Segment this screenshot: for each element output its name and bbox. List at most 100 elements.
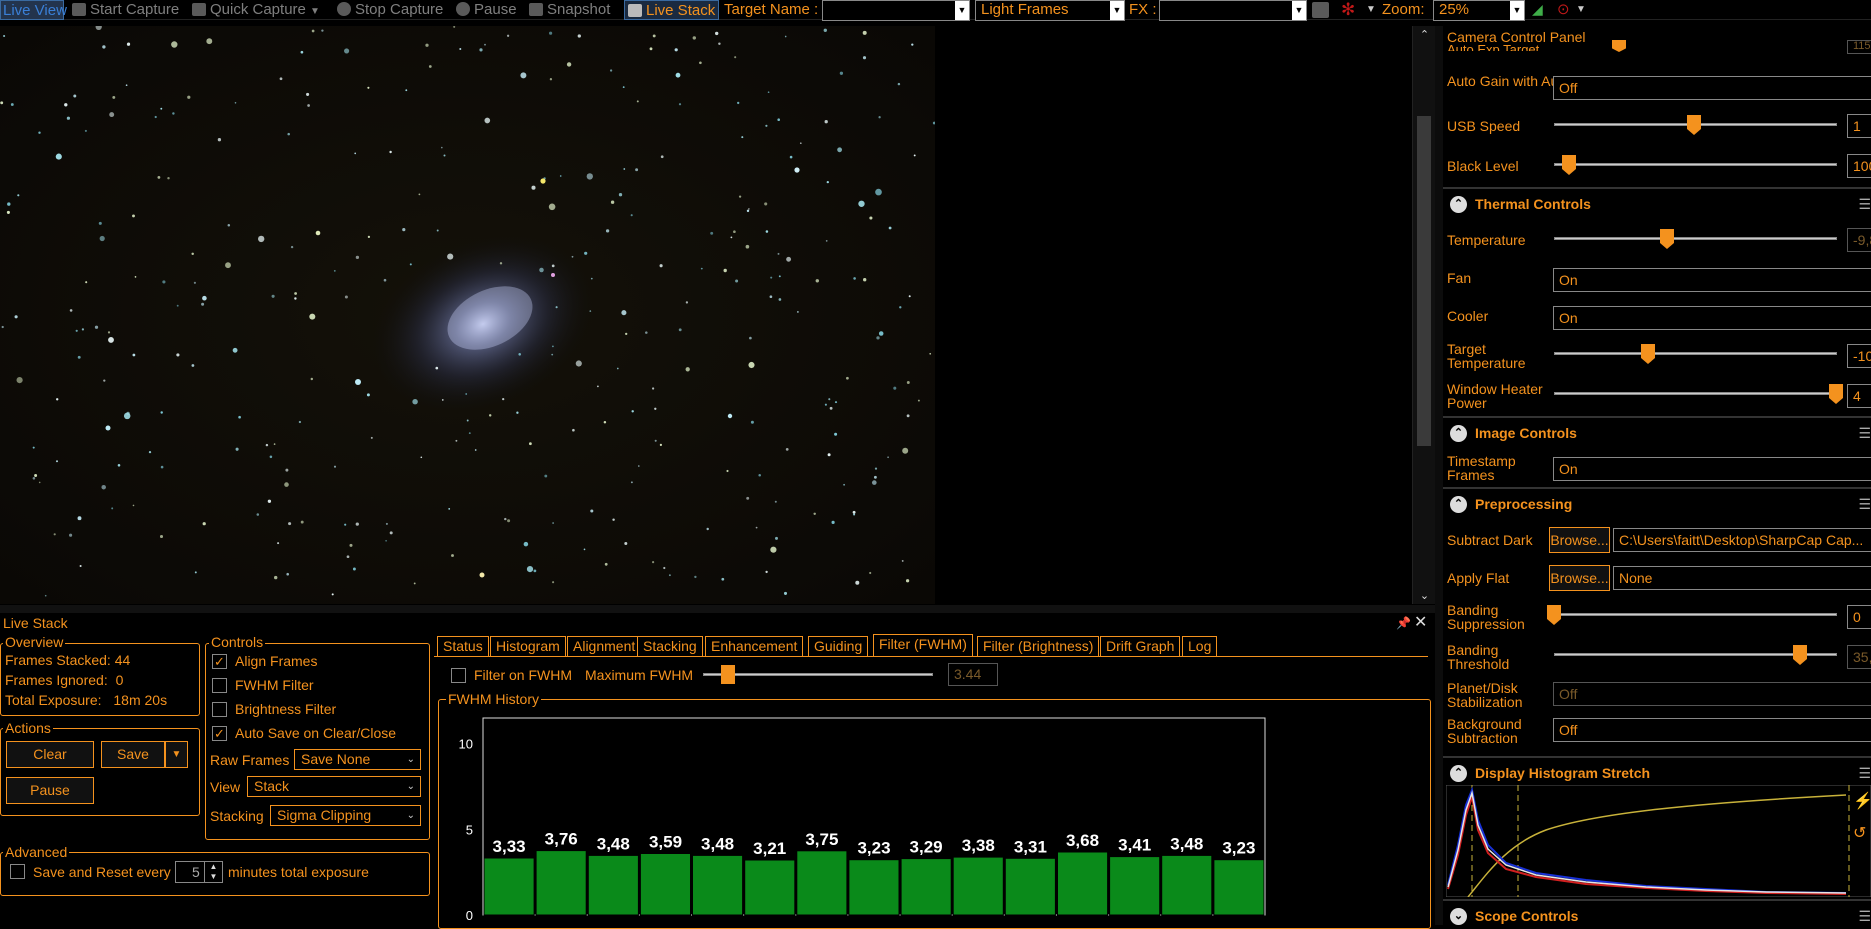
tab-enhancement[interactable]: Enhancement [705, 636, 804, 657]
save-reset-checkbox[interactable] [10, 864, 25, 879]
menu-icon[interactable]: ☰ [1858, 196, 1871, 213]
menu-icon[interactable]: ☰ [1858, 425, 1871, 442]
target-name-field[interactable]: ▼ [822, 0, 970, 21]
black-level-slider[interactable] [1554, 163, 1837, 166]
menu-icon[interactable]: ☰ [1858, 908, 1871, 925]
chevron-down-icon[interactable]: ▼ [955, 1, 969, 20]
close-icon[interactable]: ✕ [1414, 614, 1427, 631]
pin-icon[interactable]: 📌 [1396, 615, 1411, 632]
collapse-icon[interactable]: ⌃ [1450, 196, 1467, 213]
fan-select[interactable]: On [1553, 268, 1871, 292]
apply-flat-browse-button[interactable]: Browse... [1549, 565, 1610, 591]
stepper-arrows-icon[interactable]: ▲ ▼ [204, 862, 222, 882]
collapse-icon[interactable]: ⌃ [1450, 765, 1467, 782]
chevron-down-icon[interactable]: ▼ [310, 6, 320, 17]
tab-guiding[interactable]: Guiding [808, 636, 869, 657]
live-stack-button[interactable]: Live Stack [624, 0, 720, 20]
record-icon[interactable] [1312, 2, 1333, 22]
chevron-down-icon[interactable]: ▼ [1110, 1, 1124, 20]
planet-disk-select[interactable]: Off [1553, 682, 1871, 706]
menu-icon[interactable]: ☰ [1858, 496, 1871, 513]
clear-button[interactable]: Clear [6, 741, 94, 768]
pause-capture-button[interactable]: Pause [456, 0, 517, 20]
target-icon[interactable]: ⊙ [1557, 0, 1570, 20]
fx-select[interactable]: ▼ [1159, 0, 1307, 21]
start-capture-button[interactable]: Start Capture [72, 0, 179, 20]
tab-stacking[interactable]: Stacking [637, 636, 703, 657]
live-view-button[interactable]: Live View [0, 0, 67, 20]
zoom-select[interactable]: 25% ▼ [1433, 0, 1525, 21]
usb-speed-value[interactable]: 1 [1847, 114, 1871, 138]
histogram-peak-icon[interactable]: ◢ [1532, 0, 1543, 20]
filter-on-fwhm-checkbox[interactable] [451, 668, 466, 683]
banding-suppression-value[interactable]: 0 [1847, 605, 1871, 629]
expand-icon[interactable]: ⌄ [1450, 908, 1467, 925]
background-subtraction-select[interactable]: Off [1553, 718, 1871, 742]
window-heater-slider-thumb[interactable] [1829, 384, 1843, 404]
tab-log[interactable]: Log [1182, 636, 1218, 657]
tab-alignment[interactable]: Alignment [567, 636, 642, 657]
chevron-down-icon[interactable]: ▼ [1510, 1, 1524, 20]
image-viewer[interactable] [0, 26, 935, 604]
save-reset-minutes-stepper[interactable]: 5 ▲ ▼ [175, 861, 223, 883]
stacking-select[interactable]: Sigma Clipping ⌄ [270, 805, 421, 826]
thermal-controls-header[interactable]: ⌃ Thermal Controls ☰ [1443, 187, 1871, 217]
scope-controls-header[interactable]: ⌄ Scope Controls ☰ [1443, 899, 1871, 925]
banding-suppression-slider-thumb[interactable] [1547, 605, 1561, 625]
auto-save-checkbox[interactable]: ✓ [212, 726, 227, 741]
subtract-dark-path[interactable]: C:\Users\faitt\Desktop\SharpCap Cap... [1613, 528, 1871, 552]
save-dropdown-button[interactable]: ▼ [165, 741, 188, 768]
vertical-splitter[interactable] [1435, 26, 1443, 925]
fwhm-filter-checkbox[interactable] [212, 678, 227, 693]
cooler-select[interactable]: On [1553, 306, 1871, 330]
temperature-slider-thumb[interactable] [1660, 229, 1674, 249]
maximum-fwhm-slider[interactable] [703, 673, 933, 676]
window-heater-value[interactable]: 4 [1847, 384, 1871, 408]
tab-histogram[interactable]: Histogram [490, 636, 566, 657]
viewer-vertical-scrollbar[interactable]: ⌃ ⌄ [1412, 26, 1435, 604]
view-select[interactable]: Stack ⌄ [247, 776, 421, 797]
preprocessing-header[interactable]: ⌃ Preprocessing ☰ [1443, 487, 1871, 517]
histogram-stretch-header[interactable]: ⌃ Display Histogram Stretch ☰ [1443, 756, 1871, 786]
align-frames-checkbox[interactable]: ✓ [212, 654, 227, 669]
black-level-slider-thumb[interactable] [1562, 155, 1576, 175]
tab-status[interactable]: Status [437, 636, 489, 657]
maximum-fwhm-value[interactable]: 3.44 [948, 663, 998, 686]
scroll-down-icon[interactable]: ⌄ [1413, 589, 1436, 602]
chevron-down-icon[interactable]: ▼ [1576, 0, 1586, 20]
auto-stretch-icon[interactable]: ⚡ [1853, 791, 1871, 811]
histogram-stretch-graph[interactable] [1446, 785, 1871, 897]
usb-speed-slider-thumb[interactable] [1687, 115, 1701, 135]
raw-frames-select[interactable]: Save None ⌄ [294, 749, 421, 770]
frame-type-select[interactable]: Light Frames ▼ [975, 0, 1125, 21]
horizontal-splitter[interactable] [0, 605, 1435, 613]
maximum-fwhm-slider-thumb[interactable] [721, 665, 736, 684]
auto-gain-select[interactable]: Off [1553, 76, 1871, 100]
banding-threshold-slider-thumb[interactable] [1793, 645, 1807, 665]
brightness-filter-checkbox[interactable] [212, 702, 227, 717]
banding-suppression-slider[interactable] [1554, 613, 1837, 616]
auto-exp-target-value[interactable]: 115 [1847, 40, 1871, 54]
tab-filter-fwhm[interactable]: Filter (FWHM) [873, 634, 973, 656]
collapse-icon[interactable]: ⌃ [1450, 496, 1467, 513]
banding-threshold-value[interactable]: 35,0 [1847, 645, 1871, 669]
black-level-value[interactable]: 100 [1847, 154, 1871, 178]
temperature-slider[interactable] [1554, 237, 1837, 240]
chevron-down-icon[interactable]: ▼ [1292, 1, 1306, 20]
subtract-dark-browse-button[interactable]: Browse... [1549, 527, 1610, 553]
pause-stack-button[interactable]: Pause [6, 777, 94, 804]
reset-stretch-icon[interactable]: ↺ [1853, 823, 1866, 843]
target-temperature-value[interactable]: -10 [1847, 344, 1871, 368]
apply-flat-path[interactable]: None [1613, 566, 1871, 590]
quick-capture-button[interactable]: Quick Capture ▼ [192, 0, 320, 20]
menu-icon[interactable]: ☰ [1858, 765, 1871, 782]
snapshot-button[interactable]: Snapshot [529, 0, 610, 20]
timestamp-frames-select[interactable]: On [1553, 457, 1871, 481]
crosshair-icon[interactable]: ✻ [1341, 0, 1355, 20]
window-heater-slider[interactable] [1554, 392, 1837, 395]
target-temperature-slider[interactable] [1554, 352, 1837, 355]
target-temperature-slider-thumb[interactable] [1641, 344, 1655, 364]
tab-drift-graph[interactable]: Drift Graph [1100, 636, 1181, 657]
stop-capture-button[interactable]: Stop Capture [337, 0, 443, 20]
tab-filter-brightness[interactable]: Filter (Brightness) [977, 636, 1100, 657]
